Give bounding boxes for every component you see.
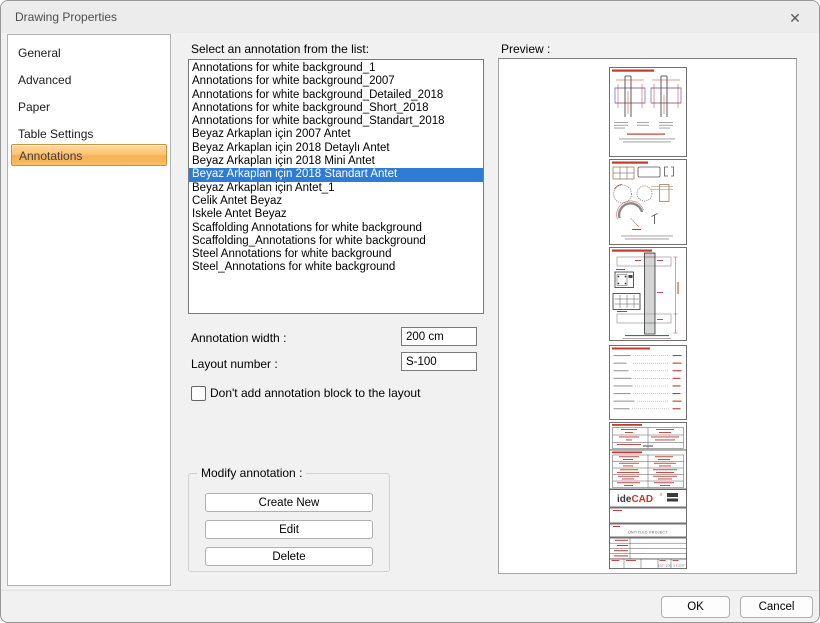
list-item[interactable]: Celik Antet Beyaz bbox=[189, 195, 483, 208]
delete-button[interactable]: Delete bbox=[205, 547, 373, 566]
panel-spec-list bbox=[610, 346, 687, 420]
list-item[interactable]: Beyaz Arkaplan için 2007 Antet bbox=[189, 128, 483, 141]
modify-annotation-legend: Modify annotation : bbox=[197, 466, 306, 480]
titlebar: Drawing Properties ✕ bbox=[1, 1, 819, 33]
dont-add-annotation-label: Don't add annotation block to the layout bbox=[210, 386, 420, 400]
panel-material-table bbox=[610, 423, 687, 451]
project-title-text: UNTITLED PROJECT bbox=[628, 531, 668, 535]
layout-number-input[interactable] bbox=[401, 352, 477, 371]
list-item[interactable]: Annotations for white background_Short_2… bbox=[189, 102, 483, 115]
signature-rows bbox=[610, 538, 687, 559]
panel-sections-hooks bbox=[610, 160, 687, 245]
list-item[interactable]: Annotations for white background_Standar… bbox=[189, 115, 483, 128]
list-item[interactable]: Annotations for white background_Detaile… bbox=[189, 89, 483, 102]
footer-divider bbox=[1, 590, 819, 591]
preview-label: Preview : bbox=[501, 42, 550, 56]
sidebar: General Advanced Paper Table Settings An… bbox=[7, 34, 171, 586]
layout-number-label: Layout number : bbox=[191, 357, 278, 371]
svg-text:ideCAD: ideCAD bbox=[617, 494, 653, 505]
logo-part1: ide bbox=[617, 494, 632, 505]
list-item[interactable]: Scaffolding Annotations for white backgr… bbox=[189, 222, 483, 235]
list-item-selected[interactable]: Beyaz Arkaplan için 2018 Standart Antet bbox=[189, 168, 483, 181]
list-item[interactable]: Steel Annotations for white background bbox=[189, 248, 483, 261]
list-label: Select an annotation from the list: bbox=[191, 42, 369, 56]
list-item[interactable]: Beyaz Arkaplan için 2018 Mini Antet bbox=[189, 155, 483, 168]
create-new-button[interactable]: Create New bbox=[205, 493, 373, 512]
dont-add-annotation-checkbox[interactable] bbox=[191, 386, 206, 401]
list-item[interactable]: Steel_Annotations for white background bbox=[189, 261, 483, 274]
annotation-listbox: Annotations for white background_1 Annot… bbox=[188, 59, 484, 314]
scale-date-row: 1/50 - 1/50 5.6.2017 bbox=[610, 559, 687, 569]
list-item[interactable]: Beyaz Arkaplan için Antet_1 bbox=[189, 182, 483, 195]
annotation-preview-drawing: ideCAD UNTITLED PROJECT bbox=[609, 67, 687, 569]
scale-text: 1/50 - 1/50 bbox=[658, 564, 672, 568]
sidebar-item-advanced[interactable]: Advanced bbox=[10, 70, 168, 90]
sidebar-item-annotations[interactable]: Annotations bbox=[11, 144, 167, 166]
sidebar-item-general[interactable]: General bbox=[10, 43, 168, 63]
annotation-width-input[interactable] bbox=[401, 327, 477, 346]
sidebar-item-table-settings[interactable]: Table Settings bbox=[10, 124, 168, 144]
list-item[interactable]: Scaffolding_Annotations for white backgr… bbox=[189, 235, 483, 248]
annotation-width-label: Annotation width : bbox=[191, 331, 286, 345]
panel-connection-details bbox=[610, 68, 687, 157]
list-item[interactable]: Annotations for white background_1 bbox=[189, 62, 483, 75]
dialog-title: Drawing Properties bbox=[15, 1, 117, 33]
date-text: 5.6.2017 bbox=[674, 564, 685, 568]
ok-button[interactable]: OK bbox=[661, 596, 730, 618]
list-item[interactable]: Beyaz Arkaplan için 2018 Detaylı Antet bbox=[189, 142, 483, 155]
list-item[interactable]: Iskele Antet Beyaz bbox=[189, 208, 483, 221]
preview-panel: ideCAD UNTITLED PROJECT bbox=[498, 58, 797, 574]
panel-column-elevation bbox=[610, 248, 687, 341]
list-item[interactable]: Annotations for white background_2007 bbox=[189, 75, 483, 88]
modify-annotation-group: Modify annotation : Create New Edit Dele… bbox=[188, 473, 390, 572]
close-icon[interactable]: ✕ bbox=[779, 5, 811, 29]
idecad-logo: ideCAD bbox=[610, 490, 687, 508]
cancel-button[interactable]: Cancel bbox=[740, 596, 813, 618]
drawing-properties-dialog: Drawing Properties ✕ General Advanced Pa… bbox=[0, 0, 820, 623]
edit-button[interactable]: Edit bbox=[205, 520, 373, 539]
note-box bbox=[610, 508, 687, 523]
logo-part2: CAD bbox=[631, 494, 653, 505]
project-box: UNTITLED PROJECT bbox=[610, 524, 687, 537]
panel-parameters-table bbox=[610, 450, 687, 489]
sidebar-item-paper[interactable]: Paper bbox=[10, 97, 168, 117]
